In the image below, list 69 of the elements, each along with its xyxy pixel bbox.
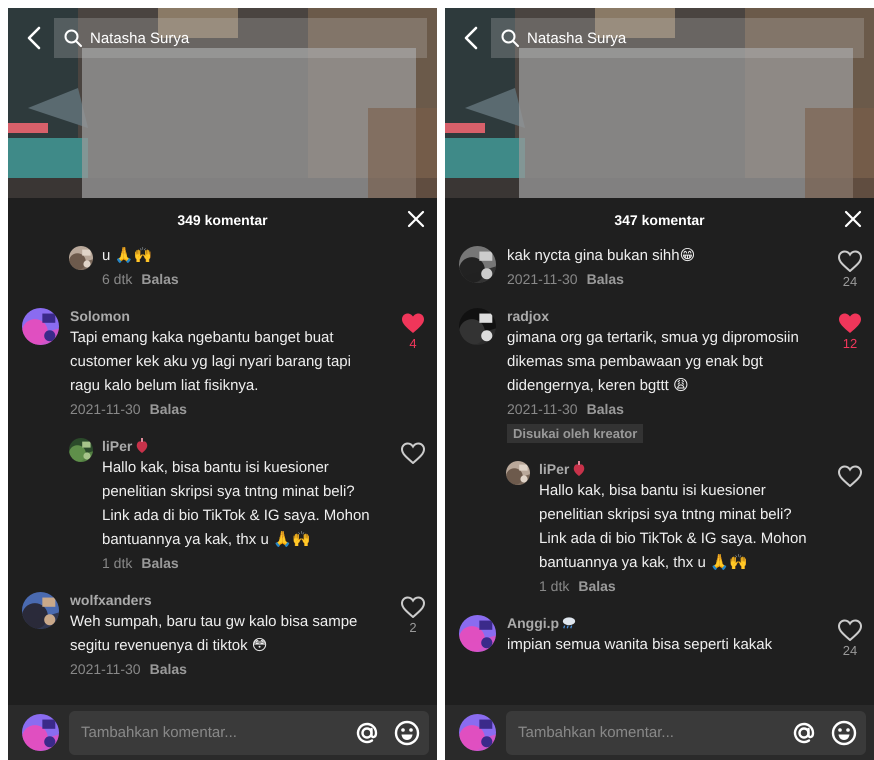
comment-text: gimana org ga tertarik, smua yg dipromosiin dikemas sma pembawaan yg enak bgt didengernya, keren bgttt 😩 [507,328,800,396]
close-button[interactable] [407,210,425,228]
search-field[interactable]: Natasha Surya [491,18,864,58]
reply-link[interactable]: Balas [141,268,179,290]
username[interactable]: radjox [507,306,550,326]
like-count: 4 [409,336,417,351]
heart-icon [135,438,150,454]
search-icon [501,29,519,47]
username[interactable]: wolfxanders [70,590,152,610]
timestamp: 1 dtk [102,554,132,573]
heart-icon [838,619,862,641]
emoji-button[interactable] [393,718,421,746]
close-icon [407,210,425,228]
search-text: Natasha Surya [527,30,626,46]
close-icon [844,210,862,228]
search-icon [64,29,82,47]
like-button[interactable] [838,465,862,487]
like-button[interactable] [401,312,425,334]
emoji-button[interactable] [830,718,858,746]
heart-icon [838,250,862,272]
username[interactable]: Anggi.p [507,613,560,633]
comment-text: kak nycta gina bukan sihh😁 [507,246,696,266]
comment-input[interactable]: Tambahkan komentar... [506,710,866,754]
timestamp: 2021-11-30 [70,400,141,419]
timestamp: 2021-11-30 [70,660,141,679]
reply-link[interactable]: Balas [586,268,624,290]
comment-text: Tapi emang kaka ngebantu banget buat customer kek aku yg lagi nyari barang tapi ragu kalo belum liat fisiknya. [70,328,352,396]
username[interactable]: Solomon [70,306,130,326]
like-button[interactable] [401,442,425,464]
creator-liked-tag: Disukai oleh kreator [507,424,644,443]
timestamp: 1 dtk [539,577,570,596]
like-count: 24 [842,274,858,289]
heart-icon [401,312,425,334]
heart-icon [838,312,862,334]
heart-icon [401,442,425,464]
timestamp: 2021-11-30 [507,270,578,289]
reply-link[interactable]: Balas [150,398,187,420]
heart-icon [401,596,425,618]
like-button[interactable] [838,250,862,272]
comment-count: 347 komentar [614,212,705,228]
timestamp: 2021-11-30 [507,400,578,419]
reply-link[interactable]: Balas [150,658,187,680]
like-count: 12 [842,336,858,351]
comment-text: Hallo kak, bisa bantu isi kuesioner penelitian skripsi sya tntng minat beli? Link ada di bio TikTok & IG saya. Mohon bantuannya ya kak, thx u 🙏🙌 [539,481,808,573]
rain-cloud-icon [562,615,576,631]
smiley-icon [830,718,858,746]
heart-icon [572,461,586,477]
comment-text: Hallo kak, bisa bantu isi kuesioner penelitian skripsi sya tntng minat beli? Link ada di bio TikTok & IG saya. Mohon bantuannya ya kak, thx u 🙏🙌 [102,458,371,550]
reply-link[interactable]: Balas [578,575,616,597]
comment-text: Weh sumpah, baru tau gw kalo bisa sampe segitu revenuenya di tiktok 😳 [70,612,358,656]
close-button[interactable] [844,210,862,228]
comment-count: 349 komentar [177,212,268,228]
smiley-icon [393,718,421,746]
reply-link[interactable]: Balas [141,552,179,574]
heart-icon [838,465,862,487]
like-button[interactable] [838,619,862,641]
reply-link[interactable]: Balas [586,398,624,420]
like-button[interactable] [401,596,425,618]
username[interactable]: liPer [102,436,132,456]
comment-input[interactable]: Tambahkan komentar... [69,710,429,754]
comment-text: impian semua wanita bisa seperti kakak [507,635,774,655]
username[interactable]: liPer [539,459,570,479]
search-field[interactable]: Natasha Surya [54,18,427,58]
like-count: 24 [842,643,858,658]
comment-text: u 🙏🙌 [102,246,154,266]
search-text: Natasha Surya [90,30,190,46]
like-button[interactable] [838,312,862,334]
like-count: 2 [409,620,417,635]
timestamp: 6 dtk [102,270,132,289]
